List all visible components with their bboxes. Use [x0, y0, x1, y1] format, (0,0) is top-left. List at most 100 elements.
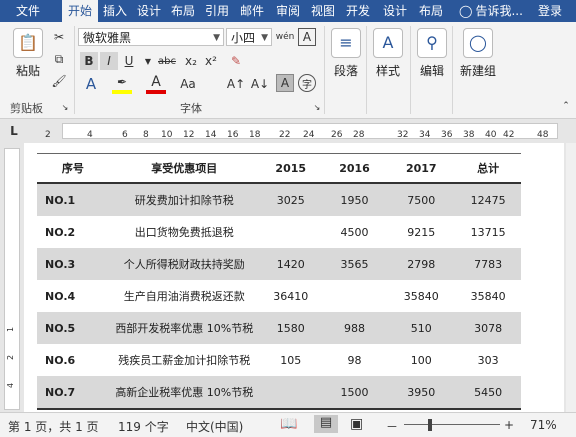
- table-cell[interactable]: 研发费加计扣除节税: [108, 183, 260, 216]
- table-cell[interactable]: NO.7: [37, 376, 109, 410]
- table-cell[interactable]: NO.5: [37, 312, 109, 344]
- chevron-down-icon[interactable]: ▼: [144, 52, 152, 70]
- table-cell[interactable]: 3565: [321, 248, 388, 280]
- new-group-button[interactable]: ◯ 新建组: [454, 28, 502, 79]
- tab-selector[interactable]: L: [6, 123, 22, 139]
- enclose-characters-button[interactable]: 字: [298, 74, 316, 92]
- table-cell[interactable]: NO.3: [37, 248, 109, 280]
- subscript-button[interactable]: x₂: [182, 52, 200, 70]
- table-cell[interactable]: NO.1: [37, 183, 109, 216]
- table-cell[interactable]: 9215: [387, 216, 455, 248]
- read-mode-icon[interactable]: 📖: [280, 416, 297, 432]
- styles-button[interactable]: A 样式: [366, 28, 410, 79]
- table-cell[interactable]: 36410: [260, 280, 322, 312]
- tab-signin[interactable]: 登录: [532, 0, 568, 22]
- table-header[interactable]: 2017: [387, 153, 456, 184]
- cut-icon[interactable]: ✂: [50, 28, 68, 46]
- clear-formatting-icon[interactable]: ✎: [226, 52, 246, 70]
- table-cell[interactable]: 303: [455, 344, 521, 376]
- table-cell[interactable]: 7500: [387, 183, 456, 216]
- print-layout-icon[interactable]: ▤: [314, 415, 338, 433]
- tab-design[interactable]: 设计: [133, 0, 165, 22]
- tab-mailings[interactable]: 邮件: [235, 0, 269, 22]
- ruler-strip[interactable]: 2 4 6 8 10 12 14 16 18 22 24 26 28 32 34…: [45, 123, 558, 140]
- table-cell[interactable]: 1580: [259, 312, 322, 344]
- table-cell[interactable]: 高新企业税率优惠 10%节税: [108, 376, 260, 410]
- tab-review[interactable]: 审阅: [271, 0, 305, 22]
- zoom-slider-thumb[interactable]: [428, 419, 432, 431]
- table-cell[interactable]: 35840: [455, 280, 521, 312]
- change-case-button[interactable]: Aa: [178, 74, 198, 94]
- table-cell[interactable]: 5450: [455, 376, 521, 410]
- table-cell[interactable]: 4500: [322, 216, 388, 248]
- language-indicator[interactable]: 中文(中国): [186, 418, 243, 435]
- table-cell[interactable]: 2798: [387, 248, 456, 280]
- tab-developer[interactable]: 开发: [341, 0, 375, 22]
- tab-references[interactable]: 引用: [201, 0, 233, 22]
- table-cell[interactable]: 3950: [387, 376, 456, 410]
- vertical-scrollbar[interactable]: [566, 143, 576, 412]
- table-cell[interactable]: NO.4: [37, 280, 109, 312]
- table-cell[interactable]: [259, 376, 322, 410]
- table-cell[interactable]: 1500: [321, 376, 388, 410]
- tab-tell-me[interactable]: ◯ 告诉我...: [456, 0, 526, 22]
- table-cell[interactable]: 100: [387, 344, 455, 376]
- table-cell[interactable]: [260, 216, 322, 248]
- character-border-button[interactable]: A: [298, 28, 316, 46]
- table-cell[interactable]: 残疾员工薪金加计扣除节税: [109, 344, 260, 376]
- font-color-button[interactable]: A: [146, 74, 166, 94]
- shrink-font-button[interactable]: A↓: [250, 74, 270, 94]
- italic-button[interactable]: I: [100, 52, 118, 70]
- table-cell[interactable]: 35840: [387, 280, 455, 312]
- zoom-in-button[interactable]: +: [504, 418, 514, 432]
- table-cell[interactable]: 生产自用油消费税返还款: [109, 280, 260, 312]
- table-header[interactable]: 序号: [37, 153, 109, 184]
- zoom-out-button[interactable]: －: [386, 418, 398, 435]
- highlight-color-button[interactable]: ✒: [112, 74, 132, 94]
- zoom-slider-track[interactable]: [404, 424, 500, 425]
- tab-table-layout[interactable]: 布局: [414, 0, 448, 22]
- table-cell[interactable]: 1420: [259, 248, 322, 280]
- table-cell[interactable]: 12475: [455, 183, 521, 216]
- font-size-dropdown[interactable]: 小四 ▼: [226, 28, 272, 46]
- table-cell[interactable]: 西部开发税率优惠 10%节税: [108, 312, 260, 344]
- table-cell[interactable]: 7783: [455, 248, 521, 280]
- tab-file[interactable]: 文件: [8, 0, 48, 22]
- copy-icon[interactable]: ⧉: [50, 50, 68, 68]
- text-effects-button[interactable]: A: [80, 74, 102, 94]
- font-name-dropdown[interactable]: 微软雅黑 ▼: [78, 28, 224, 46]
- table-header[interactable]: 2015: [259, 153, 322, 184]
- tab-home[interactable]: 开始: [62, 0, 98, 22]
- word-count[interactable]: 119 个字: [118, 418, 169, 435]
- table-cell[interactable]: 出口货物免费抵退税: [109, 216, 260, 248]
- table-header[interactable]: 享受优惠项目: [108, 153, 260, 184]
- dialog-launcher-icon[interactable]: ↘: [312, 102, 322, 112]
- character-shading-button[interactable]: A: [276, 74, 294, 92]
- web-layout-icon[interactable]: ▣: [350, 416, 363, 432]
- page-count[interactable]: 第 1 页，共 1 页: [8, 418, 99, 435]
- table-cell[interactable]: 1950: [321, 183, 388, 216]
- superscript-button[interactable]: x²: [202, 52, 220, 70]
- zoom-level[interactable]: 71%: [530, 418, 557, 432]
- underline-button[interactable]: U: [120, 52, 138, 70]
- tab-table-design[interactable]: 设计: [378, 0, 412, 22]
- phonetic-guide-button[interactable]: wén: [276, 26, 295, 48]
- table-cell[interactable]: NO.2: [37, 216, 109, 248]
- table-cell[interactable]: [322, 280, 388, 312]
- grow-font-button[interactable]: A↑: [226, 74, 246, 94]
- paste-button[interactable]: 📋 粘贴: [6, 28, 50, 79]
- table-cell[interactable]: 3078: [455, 312, 521, 344]
- table-cell[interactable]: 3025: [259, 183, 322, 216]
- collapse-ribbon-icon[interactable]: ⌃: [560, 100, 572, 112]
- paragraph-button[interactable]: ≡ 段落: [324, 28, 368, 79]
- tab-insert[interactable]: 插入: [99, 0, 131, 22]
- format-painter-icon[interactable]: 🖌: [50, 72, 68, 90]
- table-cell[interactable]: 13715: [455, 216, 521, 248]
- table-header[interactable]: 2016: [321, 153, 388, 184]
- table-header[interactable]: 总计: [455, 153, 521, 184]
- table-cell[interactable]: 510: [387, 312, 456, 344]
- table-cell[interactable]: 105: [260, 344, 322, 376]
- tab-view[interactable]: 视图: [307, 0, 339, 22]
- table-cell[interactable]: 98: [322, 344, 388, 376]
- table-cell[interactable]: NO.6: [37, 344, 109, 376]
